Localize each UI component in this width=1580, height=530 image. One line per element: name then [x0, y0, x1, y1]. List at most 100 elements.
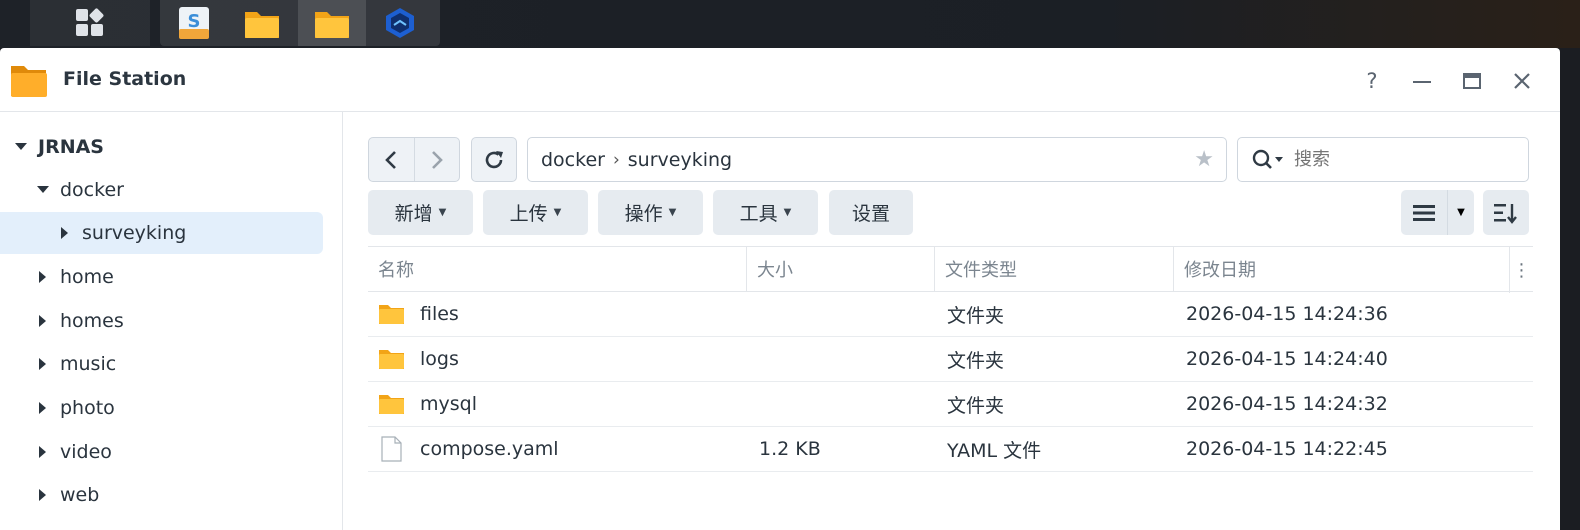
cell-type: 文件夹 [947, 349, 1005, 372]
back-button[interactable] [369, 138, 414, 181]
taskbar-app-text-editor[interactable]: S [160, 0, 228, 46]
star-icon[interactable]: ★ [1194, 147, 1214, 172]
taskbar-app-folder-2[interactable] [298, 0, 366, 46]
column-header-type[interactable]: 文件类型 [935, 246, 1174, 292]
tree-item-label: docker [60, 179, 124, 201]
hyper-backup-app-icon [386, 8, 414, 38]
caret-down-icon[interactable] [14, 143, 28, 151]
caret-right-icon[interactable] [36, 315, 50, 327]
tools-button[interactable]: 工具 ▼ [713, 190, 818, 235]
main-panel: docker › surveyking ★ 新增 ▼ 上传 ▼ 操作 ▼ 工具 ▼ 设置 [343, 112, 1560, 530]
file-name: logs [420, 348, 459, 370]
caret-right-icon[interactable] [36, 358, 50, 370]
minimize-button[interactable] [1404, 64, 1440, 98]
maximize-button[interactable] [1454, 64, 1490, 98]
dropdown-arrow-icon: ▼ [438, 207, 447, 218]
breadcrumb-docker[interactable]: docker [541, 149, 605, 171]
caret-right-icon[interactable] [36, 271, 50, 283]
caret-right-icon[interactable] [58, 227, 72, 239]
tree-item-label: homes [60, 310, 124, 332]
tree-item-label: home [60, 266, 114, 288]
main-menu-button[interactable] [30, 0, 150, 46]
cell-name: compose.yaml [368, 436, 747, 462]
tree-item-label: video [60, 441, 112, 463]
dropdown-arrow-icon: ▼ [1457, 207, 1465, 218]
tree-item-photo[interactable]: photo [36, 387, 326, 429]
path-bar[interactable]: docker › surveyking ★ [527, 137, 1227, 182]
tree-item-home[interactable]: home [36, 256, 326, 298]
tree-item-label: surveyking [82, 222, 187, 244]
create-button-label: 新增 [394, 203, 433, 225]
folder-app-icon [245, 12, 279, 38]
list-view-button[interactable] [1401, 190, 1447, 235]
upload-button[interactable]: 上传 ▼ [483, 190, 588, 235]
dropdown-arrow-icon: ▼ [783, 207, 792, 218]
table-row[interactable]: files 文件夹 2026-04-15 14:24:36 [368, 292, 1533, 337]
tree-item-surveyking[interactable]: surveyking [0, 212, 323, 254]
caret-down-icon[interactable] [36, 186, 50, 194]
caret-right-icon[interactable] [36, 446, 50, 458]
cell-modified: 2026-04-15 14:24:40 [1186, 348, 1388, 370]
close-icon [1514, 73, 1530, 89]
caret-right-icon[interactable] [36, 489, 50, 501]
table-row[interactable]: compose.yaml 1.2 KB YAML 文件 2026-04-15 1… [368, 427, 1533, 472]
file-icon [378, 436, 406, 462]
table-row[interactable]: logs 文件夹 2026-04-15 14:24:40 [368, 337, 1533, 382]
cell-name: logs [368, 348, 747, 370]
column-options-icon[interactable]: ⋮ [1509, 247, 1533, 293]
dropdown-arrow-icon: ▼ [668, 207, 677, 218]
column-header-size[interactable]: 大小 [747, 246, 935, 292]
help-button[interactable]: ? [1354, 64, 1390, 98]
folder-app-icon [315, 12, 349, 38]
action-button[interactable]: 操作 ▼ [598, 190, 703, 235]
tree-root-jrnas[interactable]: JRNAS [14, 126, 334, 168]
table-row[interactable]: mysql 文件夹 2026-04-15 14:24:32 [368, 382, 1533, 427]
tools-button-label: 工具 [739, 203, 778, 225]
forward-button[interactable] [413, 138, 460, 181]
cell-size: 1.2 KB [759, 438, 821, 460]
taskbar-app-hyper-backup[interactable] [366, 0, 434, 46]
settings-button[interactable]: 设置 [829, 190, 913, 235]
file-name: mysql [420, 393, 477, 415]
column-header-name[interactable]: 名称 [368, 246, 747, 292]
cell-type: 文件夹 [947, 304, 1005, 327]
column-header-modified[interactable]: 修改日期 [1174, 246, 1509, 292]
file-station-logo-icon [11, 66, 47, 97]
chevron-right-icon [431, 150, 443, 169]
svg-text:S: S [188, 11, 201, 32]
upload-button-label: 上传 [509, 203, 548, 225]
view-mode-toggle: ▼ [1401, 190, 1474, 235]
tree-item-docker[interactable]: docker [36, 169, 326, 211]
search-input[interactable] [1294, 149, 1494, 170]
list-view-icon [1413, 204, 1435, 221]
cell-name: mysql [368, 393, 747, 415]
caret-right-icon[interactable] [36, 402, 50, 414]
folder-icon [378, 303, 406, 325]
taskbar-app-folder-1[interactable] [228, 0, 296, 46]
tree-item-web[interactable]: web [36, 474, 326, 516]
cell-modified: 2026-04-15 14:24:32 [1186, 393, 1388, 415]
view-dropdown-button[interactable]: ▼ [1447, 190, 1474, 235]
tree-item-homes[interactable]: homes [36, 300, 326, 342]
search-box[interactable] [1237, 137, 1529, 182]
close-button[interactable] [1504, 64, 1540, 98]
tree-item-label: web [60, 484, 100, 506]
help-icon: ? [1366, 69, 1378, 93]
window-titlebar[interactable]: File Station ? [0, 48, 1560, 112]
history-nav [368, 137, 460, 182]
window-title: File Station [63, 68, 187, 90]
folder-icon [378, 348, 406, 370]
tree-item-music[interactable]: music [36, 343, 326, 385]
sort-button[interactable] [1483, 190, 1529, 235]
create-button[interactable]: 新增 ▼ [368, 190, 473, 235]
cell-type: 文件夹 [947, 394, 1005, 417]
tree-item-label: music [60, 353, 117, 375]
sort-icon [1494, 203, 1517, 224]
action-button-label: 操作 [624, 203, 663, 225]
taskbar: S [0, 0, 1580, 48]
tree-item-video[interactable]: video [36, 431, 326, 473]
search-icon[interactable] [1252, 149, 1286, 171]
refresh-button[interactable] [471, 137, 517, 182]
maximize-icon [1463, 73, 1481, 89]
breadcrumb-surveyking[interactable]: surveyking [628, 149, 732, 171]
